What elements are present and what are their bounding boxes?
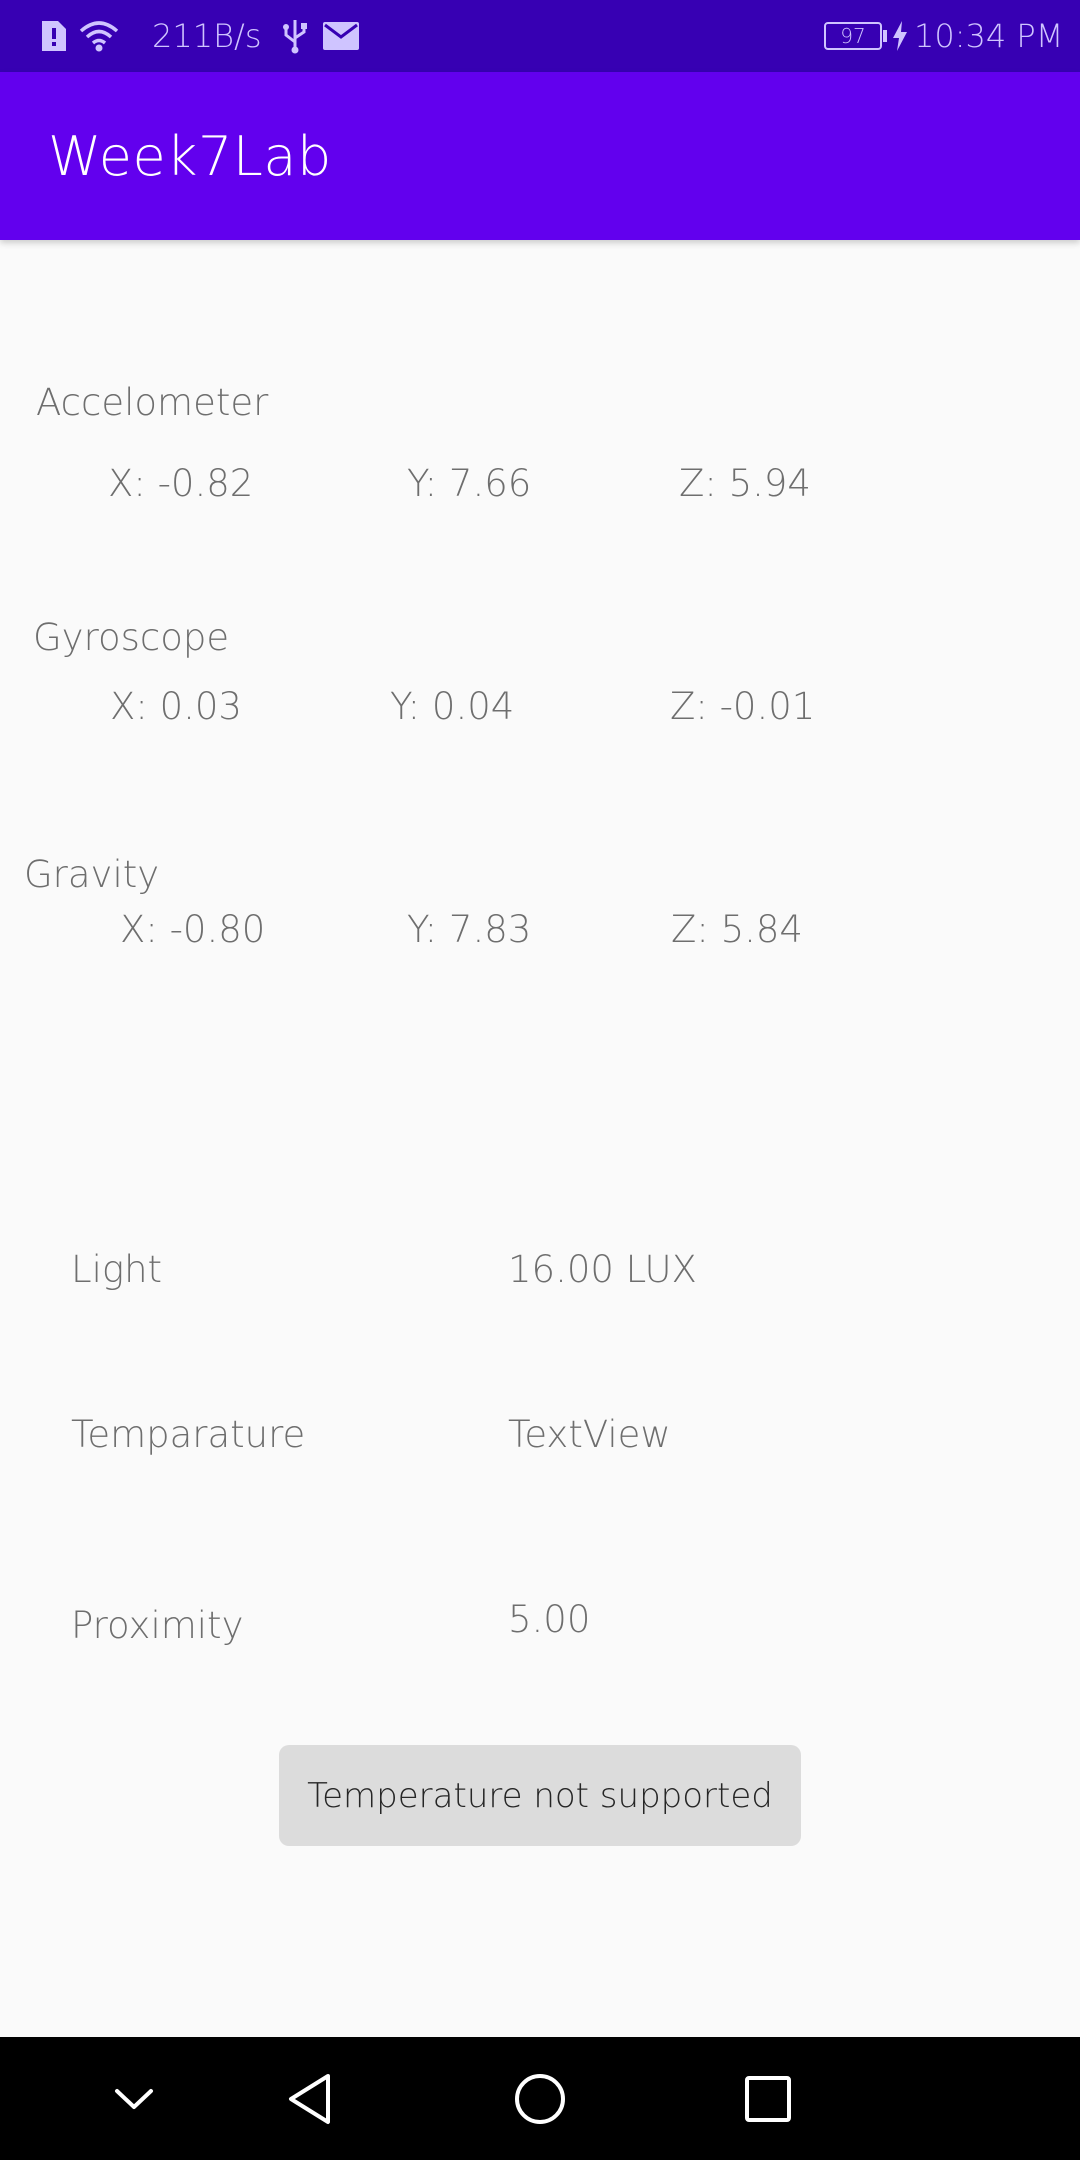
gyroscope-z-value: Z: -0.01 bbox=[670, 685, 816, 728]
app-title: Week7Lab bbox=[48, 124, 332, 188]
charging-icon bbox=[892, 0, 908, 72]
wifi-icon bbox=[78, 0, 120, 72]
accelerometer-x-value: X: -0.82 bbox=[108, 462, 254, 505]
sim-icon bbox=[40, 0, 68, 72]
clock: 10:34 PM bbox=[914, 17, 1064, 55]
battery-level: 97 bbox=[840, 24, 866, 48]
app-bar: Week7Lab bbox=[0, 72, 1080, 240]
gravity-z-value: Z: 5.84 bbox=[671, 908, 803, 951]
home-icon[interactable] bbox=[510, 2037, 570, 2160]
gravity-label: Gravity bbox=[24, 853, 160, 896]
battery-icon: 97 bbox=[824, 0, 887, 72]
gyroscope-y-value: Y: 0.04 bbox=[390, 685, 515, 728]
gravity-y-value: Y: 7.83 bbox=[407, 908, 532, 951]
mail-icon bbox=[323, 0, 359, 72]
accelerometer-z-value: Z: 5.94 bbox=[679, 462, 811, 505]
gyroscope-x-value: X: 0.03 bbox=[110, 685, 242, 728]
chevron-down-icon[interactable] bbox=[104, 2037, 164, 2160]
light-value: 16.00 LUX bbox=[508, 1248, 697, 1291]
temperature-label: Temparature bbox=[71, 1413, 306, 1456]
proximity-label: Proximity bbox=[71, 1604, 244, 1647]
toast-message: Temperature not supported bbox=[279, 1745, 801, 1846]
gyroscope-label: Gyroscope bbox=[33, 616, 230, 659]
accelerometer-label: Accelometer bbox=[36, 381, 269, 424]
net-speed: 211B/s bbox=[152, 17, 262, 55]
navigation-bar bbox=[0, 2037, 1080, 2160]
temperature-value: TextView bbox=[508, 1413, 671, 1456]
proximity-value: 5.00 bbox=[508, 1598, 591, 1641]
usb-icon bbox=[282, 0, 308, 72]
status-bar: 211B/s 97 10:34 PM bbox=[0, 0, 1080, 72]
gravity-x-value: X: -0.80 bbox=[120, 908, 266, 951]
light-label: Light bbox=[71, 1248, 163, 1291]
back-icon[interactable] bbox=[280, 2037, 340, 2160]
recents-icon[interactable] bbox=[738, 2037, 798, 2160]
accelerometer-y-value: Y: 7.66 bbox=[407, 462, 532, 505]
